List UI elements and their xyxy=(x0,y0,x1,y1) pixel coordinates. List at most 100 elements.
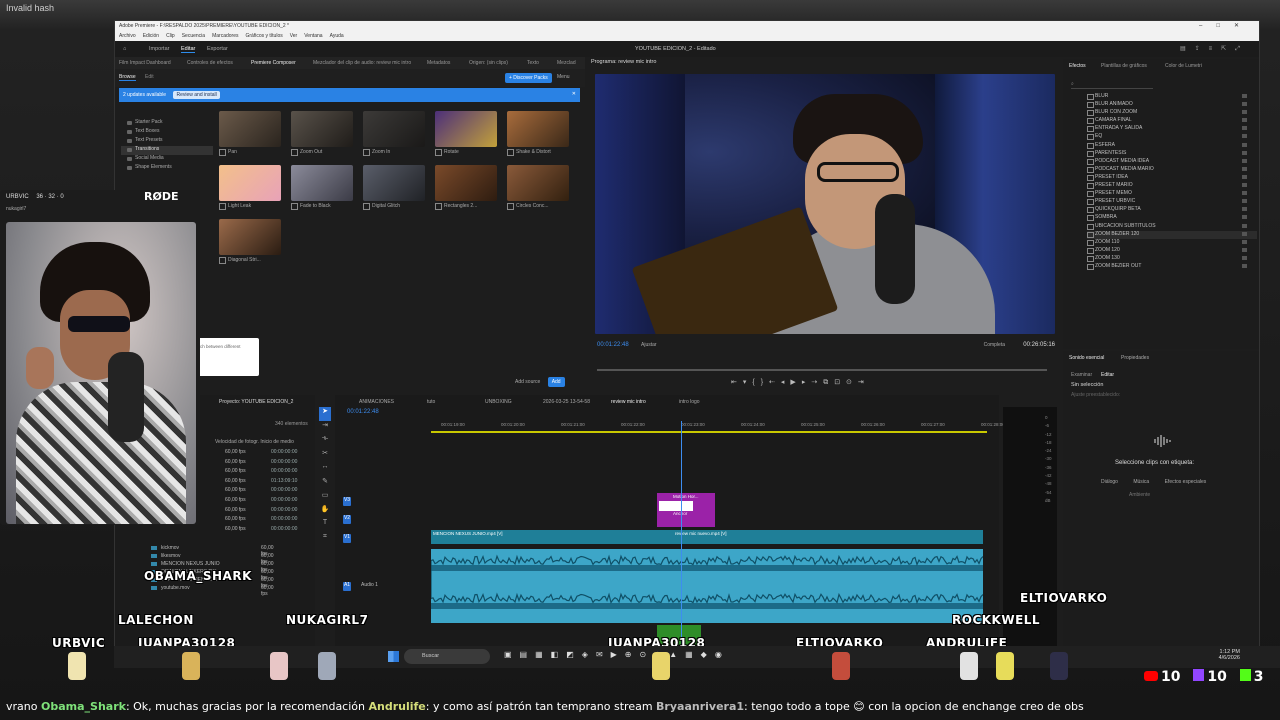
seq-tab-active[interactable]: review mic intro xyxy=(611,399,646,405)
project-row[interactable]: 60,00 fps 00:00:00:00 xyxy=(215,497,311,507)
tab-source[interactable]: Origen: (sin clips) xyxy=(469,60,508,66)
category-dialogue[interactable]: Diálogo xyxy=(1101,479,1118,485)
discover-packs-button[interactable]: + Discover Packs xyxy=(505,73,552,83)
home-icon[interactable]: ⌂ xyxy=(123,46,126,52)
seq-tab[interactable]: UNBOXING xyxy=(485,399,512,405)
close-icon[interactable]: ✕ xyxy=(572,91,576,97)
menu-graficos[interactable]: Gráficos y títulos xyxy=(245,33,282,39)
bin-item[interactable]: likesmov 60,00 fps xyxy=(151,553,274,565)
tab-effect-controls[interactable]: Controles de efectos xyxy=(187,60,233,66)
type-icon[interactable]: T xyxy=(319,519,331,533)
effect-preset-item[interactable]: UBICACION SUBTITULOS xyxy=(1087,223,1257,231)
pen-icon[interactable]: ✎ xyxy=(319,477,331,491)
taskbar-search-input[interactable]: Buscar xyxy=(404,649,490,664)
preset-tile[interactable]: Fade to Black xyxy=(291,165,353,210)
tree-item[interactable]: Starter Pack xyxy=(121,119,213,128)
tab-lumetri[interactable]: Color de Lumetri xyxy=(1165,63,1202,69)
hand-icon[interactable]: ✋ xyxy=(319,505,331,519)
playhead[interactable] xyxy=(681,421,682,649)
tab-essential-sound[interactable]: Sonido esencial xyxy=(1069,355,1104,361)
seq-tab[interactable]: intro logo xyxy=(679,399,700,405)
windows-start-icon[interactable] xyxy=(388,651,399,662)
ws-importar[interactable]: Importar xyxy=(149,46,169,52)
tab-edit[interactable]: Edit xyxy=(145,74,154,80)
tab-effects[interactable]: Efectos xyxy=(1069,63,1086,69)
project-row[interactable]: 60,00 fps 00:00:00:00 xyxy=(215,449,311,459)
category-music[interactable]: Música xyxy=(1133,479,1149,485)
bin-item[interactable]: youtube.mov 60,00 fps xyxy=(151,585,274,597)
menu-ver[interactable]: Ver xyxy=(290,33,298,39)
preset-tile[interactable]: Shake & Distort xyxy=(507,111,569,156)
add-button[interactable]: Add xyxy=(547,377,565,387)
bin-item[interactable]: kickmov 60,00 fps xyxy=(151,545,274,557)
tab-premiere-composer[interactable]: Premiere Composer xyxy=(251,60,296,66)
window-controls[interactable]: –□✕ xyxy=(1199,22,1253,29)
effect-preset-item[interactable]: QUICKQUIRP BETA xyxy=(1087,206,1257,214)
tab-browse-sound[interactable]: Examinar xyxy=(1071,372,1092,378)
seq-tab[interactable]: tuto xyxy=(427,399,435,405)
clock[interactable]: 1:12 PM 4/6/2026 xyxy=(1219,649,1240,661)
project-row[interactable]: 60,00 fps 00:00:00:00 xyxy=(215,516,311,526)
tab-graphics-templates[interactable]: Plantillas de gráficos xyxy=(1101,63,1147,69)
tree-item[interactable]: Transitions xyxy=(121,146,213,155)
effect-preset-item[interactable]: BLUR xyxy=(1087,93,1257,101)
project-row[interactable]: 60,00 fps 00:00:00:00 xyxy=(215,526,311,536)
preset-tile[interactable]: Diagonal Stri... xyxy=(219,219,281,264)
effect-preset-item[interactable]: ESFERA xyxy=(1087,142,1257,150)
effect-preset-item[interactable]: ZOOM 120 xyxy=(1087,247,1257,255)
tab-audio-mixer[interactable]: Mezclador del clip de audio: review mic … xyxy=(313,60,411,66)
rectangle-icon[interactable]: ▭ xyxy=(319,491,331,505)
effect-preset-item[interactable]: SOMBRA xyxy=(1087,214,1257,222)
transport-controls[interactable]: ⇤▾{}⇠◂▶▸⇢⧉⊡⊙⇥ xyxy=(731,378,870,387)
preset-tile[interactable]: Light Leak xyxy=(219,165,281,210)
preset-tile[interactable]: Zoom In xyxy=(363,111,425,156)
slip-icon[interactable]: ↔ xyxy=(319,463,331,477)
col-fps[interactable]: Velocidad de fotogr. xyxy=(215,439,259,445)
effect-preset-item[interactable]: BLUR CON ZOOM xyxy=(1087,109,1257,117)
effect-preset-item[interactable]: ZOOM 110 xyxy=(1087,239,1257,247)
effect-preset-item[interactable]: ZOOM 130 xyxy=(1087,255,1257,263)
selection-tool-icon[interactable]: ➤ xyxy=(319,407,331,421)
transcript-icon[interactable]: ⌗ xyxy=(319,533,331,547)
effect-preset-item[interactable]: PARENTESIS xyxy=(1087,150,1257,158)
menu-edicion[interactable]: Edición xyxy=(143,33,159,39)
effect-preset-item[interactable]: BLUR ANIMADO xyxy=(1087,101,1257,109)
effect-preset-item[interactable]: CAMARA FINAL xyxy=(1087,117,1257,125)
effects-search-input[interactable]: ⌕ xyxy=(1071,81,1153,89)
menu-button[interactable]: Menu xyxy=(557,74,570,80)
bin-item[interactable]: MENCION NEXUS JUNIO 60,00 fps xyxy=(151,561,274,573)
tab-film-impact[interactable]: Film Impact Dashboard xyxy=(119,60,171,66)
project-row[interactable]: 60,00 fps 00:00:00:00 xyxy=(215,507,311,517)
category-sfx[interactable]: Efectos especiales xyxy=(1165,479,1207,485)
tab-project[interactable]: Proyecto: YOUTUBE EDICION_2 xyxy=(219,399,293,405)
effect-preset-item[interactable]: PODCAST MEDIA IDEA xyxy=(1087,158,1257,166)
tree-item[interactable]: Social Media xyxy=(121,155,213,164)
track-select-icon[interactable]: ⇥ xyxy=(319,421,331,435)
menu-marcadores[interactable]: Marcadores xyxy=(212,33,238,39)
quality-dropdown[interactable]: Completa xyxy=(984,342,1005,348)
preset-tile[interactable]: Circles Conc... xyxy=(507,165,569,210)
preset-tile[interactable]: Zoom Out xyxy=(291,111,353,156)
menu-secuencia[interactable]: Secuencia xyxy=(182,33,205,39)
tree-item[interactable]: Shape Elements xyxy=(121,164,213,173)
seq-tab[interactable]: ANIMACIONES xyxy=(359,399,394,405)
tab-edit-sound[interactable]: Editar xyxy=(1101,372,1114,378)
effect-preset-item[interactable]: PRESET MEMO xyxy=(1087,190,1257,198)
project-row[interactable]: 60,00 fps 00:00:00:00 xyxy=(215,487,311,497)
effect-preset-item[interactable]: PRESET URBVIC xyxy=(1087,198,1257,206)
effect-preset-item[interactable]: ZOOM BEZIER OUT xyxy=(1087,263,1257,271)
effect-preset-item[interactable]: PODCAST MEDIA MARIO xyxy=(1087,166,1257,174)
tab-mixer[interactable]: Mezclad xyxy=(557,60,576,66)
effect-preset-item[interactable]: EQ xyxy=(1087,133,1257,141)
tree-item[interactable]: Text Presets xyxy=(121,137,213,146)
review-install-button[interactable]: Review and install xyxy=(173,91,220,99)
taskbar-app-icons[interactable]: ▣▤▦◧◩◈✉▶⊕⊙◎▲▦◆◉ xyxy=(504,650,730,659)
workspace-tools-icon[interactable]: ▤⇪≡⇱⤢ xyxy=(1180,45,1249,53)
menu-ayuda[interactable]: Ayuda xyxy=(330,33,344,39)
time-ruler[interactable]: 00:01:19:00 00:01:20:00 00:01:21:00 00:01:2… xyxy=(431,421,1005,431)
preset-tile[interactable]: Digital Glitch xyxy=(363,165,425,210)
clip-motion-graphic[interactable]: Motion Hor... Anchor xyxy=(657,493,715,527)
tab-text[interactable]: Texto xyxy=(527,60,539,66)
ws-editar[interactable]: Editar xyxy=(181,46,196,53)
ws-exportar[interactable]: Exportar xyxy=(207,46,228,52)
